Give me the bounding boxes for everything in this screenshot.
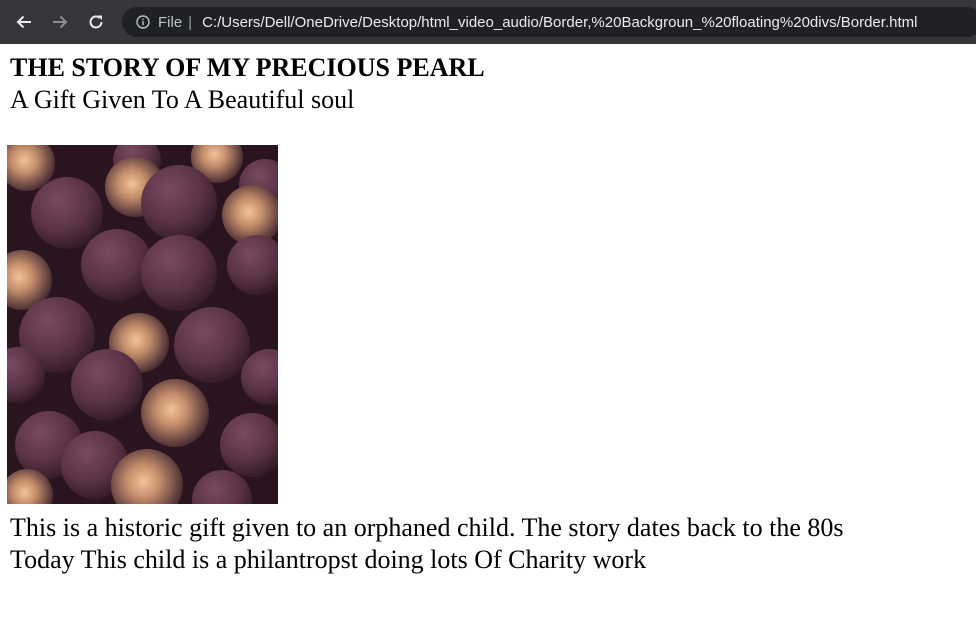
scheme-label: File bbox=[158, 13, 183, 31]
page-subtitle: A Gift Given To A Beautiful soul bbox=[10, 85, 355, 114]
forward-button[interactable] bbox=[42, 4, 78, 40]
story-paragraph-line-2: Today This child is a philantropst doing… bbox=[10, 545, 647, 574]
url-text[interactable]: C:/Users/Dell/OneDrive/Desktop/html_vide… bbox=[202, 14, 917, 31]
scheme-separator: | bbox=[188, 13, 193, 31]
reload-icon bbox=[89, 15, 103, 29]
reload-button[interactable] bbox=[78, 4, 114, 40]
page-content: THE STORY OF MY PRECIOUS PEARL A Gift Gi… bbox=[0, 44, 976, 624]
arrow-left-icon bbox=[16, 15, 31, 29]
pearls-illustration bbox=[7, 145, 278, 504]
story-paragraph-line-1: This is a historic gift given to an orph… bbox=[10, 513, 844, 542]
pearls-image bbox=[7, 145, 278, 504]
page-title: THE STORY OF MY PRECIOUS PEARL bbox=[10, 53, 485, 82]
back-button[interactable] bbox=[6, 4, 42, 40]
arrow-right-icon bbox=[53, 15, 68, 29]
address-bar[interactable]: File | C:/Users/Dell/OneDrive/Desktop/ht… bbox=[122, 7, 976, 37]
browser-toolbar: File | C:/Users/Dell/OneDrive/Desktop/ht… bbox=[0, 0, 976, 44]
info-icon[interactable] bbox=[136, 15, 150, 29]
